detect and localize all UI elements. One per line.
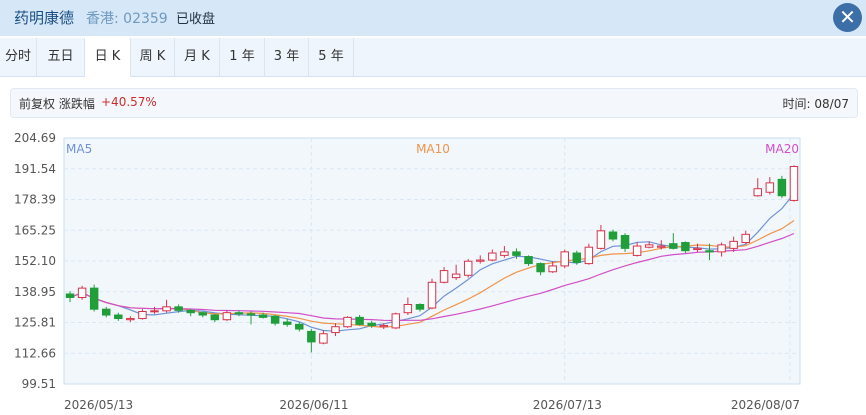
candle-down bbox=[246, 313, 256, 316]
candle-up bbox=[753, 188, 763, 197]
candle-up bbox=[379, 325, 388, 328]
candle-up bbox=[741, 233, 750, 244]
candle-up bbox=[765, 182, 775, 193]
kline-chart[interactable]: 204.69 191.54 178.39 165.25 152.10 138.95 125.… bbox=[0, 128, 866, 415]
candle-down bbox=[114, 314, 123, 320]
candle-up bbox=[343, 316, 352, 328]
info-bar: 前复权 涨跌幅 +40.57% 时间: 08/07 bbox=[10, 88, 858, 118]
tab-5-year[interactable]: 5 年 bbox=[309, 38, 354, 76]
y-tick-label: 191.54 bbox=[14, 162, 56, 176]
candle-up bbox=[126, 318, 135, 321]
candle-up bbox=[584, 246, 594, 265]
candle-down bbox=[367, 322, 376, 327]
y-tick-label: 152.10 bbox=[14, 254, 56, 268]
y-tick-label: 165.25 bbox=[14, 223, 56, 237]
candle-down bbox=[524, 256, 533, 265]
x-tick-label: 2026/07/13 bbox=[533, 398, 602, 412]
tab-daily-k[interactable]: 日 K bbox=[85, 38, 131, 77]
candle-up bbox=[632, 245, 642, 256]
candle-down bbox=[89, 287, 99, 310]
candle-down bbox=[620, 235, 630, 249]
candle-up bbox=[451, 273, 461, 279]
tab-weekly-k[interactable]: 周 K bbox=[131, 38, 175, 76]
legend-ma10: MA10 bbox=[416, 142, 450, 156]
candle-up bbox=[463, 260, 473, 276]
x-tick-label-end: 2026/08/07 bbox=[731, 398, 800, 412]
y-tick-label: 178.39 bbox=[14, 193, 56, 207]
close-icon[interactable]: ✕ bbox=[833, 3, 862, 32]
candle-down bbox=[777, 178, 787, 197]
candle-down bbox=[307, 330, 316, 343]
candle-down bbox=[295, 323, 304, 330]
y-tick-label: 138.95 bbox=[14, 285, 56, 299]
adjust-label: 前复权 涨跌幅 bbox=[19, 97, 95, 111]
candle-up bbox=[596, 230, 606, 249]
candle-up bbox=[403, 304, 413, 314]
candle-up bbox=[657, 245, 666, 248]
x-tick-label-start: 2026/05/13 bbox=[64, 398, 133, 412]
candle-down bbox=[174, 306, 183, 311]
tab-intraday[interactable]: 分时 bbox=[0, 38, 37, 76]
candle-up bbox=[77, 287, 87, 298]
legend-ma20: MA20 bbox=[765, 142, 799, 156]
y-tick-label: 125.81 bbox=[14, 316, 56, 330]
candle-down bbox=[234, 312, 244, 315]
candle-down bbox=[681, 242, 690, 252]
candle-down bbox=[355, 316, 364, 325]
candle-up bbox=[717, 244, 726, 253]
candle-up bbox=[693, 247, 702, 251]
candle-up bbox=[644, 244, 654, 248]
candle-up bbox=[500, 251, 509, 256]
tab-1-year[interactable]: 1 年 bbox=[220, 38, 265, 76]
stock-market-code: 香港: 02359 bbox=[86, 11, 168, 27]
y-tick-label: 99.51 bbox=[22, 377, 56, 391]
stock-header: 药明康德 香港: 02359 已收盘 ✕ bbox=[0, 0, 866, 36]
candle-up bbox=[138, 311, 147, 320]
candle-up bbox=[729, 240, 738, 249]
change-percent: +40.57% bbox=[101, 95, 157, 109]
candle-up bbox=[427, 281, 437, 309]
candle-down bbox=[270, 315, 280, 324]
candle-down bbox=[65, 293, 75, 298]
candle-up bbox=[150, 310, 159, 313]
candle-down bbox=[705, 250, 714, 253]
candle-down bbox=[512, 251, 521, 256]
candle-down bbox=[101, 308, 111, 316]
candle-down bbox=[415, 304, 425, 310]
candle-down bbox=[282, 321, 292, 325]
period-tabs: 分时 五日 日 K 周 K 月 K 1 年 3 年 5 年 bbox=[0, 38, 866, 77]
tab-monthly-k[interactable]: 月 K bbox=[175, 38, 220, 76]
candle-up bbox=[560, 251, 569, 267]
candle-down bbox=[669, 243, 678, 249]
x-tick-label: 2026/06/11 bbox=[279, 398, 348, 412]
candle-down bbox=[572, 252, 582, 263]
candle-up bbox=[319, 333, 328, 344]
market-status: 已收盘 bbox=[176, 12, 216, 27]
y-tick-label: 204.69 bbox=[14, 131, 56, 145]
candle-up bbox=[789, 166, 799, 201]
candle-up bbox=[548, 265, 557, 273]
time-label: 时间: 08/07 bbox=[782, 97, 849, 111]
stock-name: 药明康德 bbox=[14, 9, 75, 27]
tab-3-year[interactable]: 3 年 bbox=[265, 38, 309, 76]
y-tick-label: 112.66 bbox=[14, 346, 56, 360]
candle-down bbox=[536, 263, 545, 273]
candle-down bbox=[210, 314, 220, 321]
candle-down bbox=[258, 314, 268, 318]
candle-up bbox=[222, 312, 232, 321]
legend-ma5: MA5 bbox=[66, 142, 92, 156]
candle-down bbox=[608, 231, 618, 240]
tab-five-day[interactable]: 五日 bbox=[37, 38, 85, 76]
candle-up bbox=[488, 252, 497, 261]
candle-up bbox=[439, 270, 449, 283]
candle-up bbox=[391, 313, 401, 329]
candle-down bbox=[186, 309, 195, 314]
candle-down bbox=[198, 312, 207, 316]
candle-up bbox=[331, 326, 340, 334]
candle-up bbox=[476, 259, 485, 262]
candle-up bbox=[162, 306, 171, 312]
